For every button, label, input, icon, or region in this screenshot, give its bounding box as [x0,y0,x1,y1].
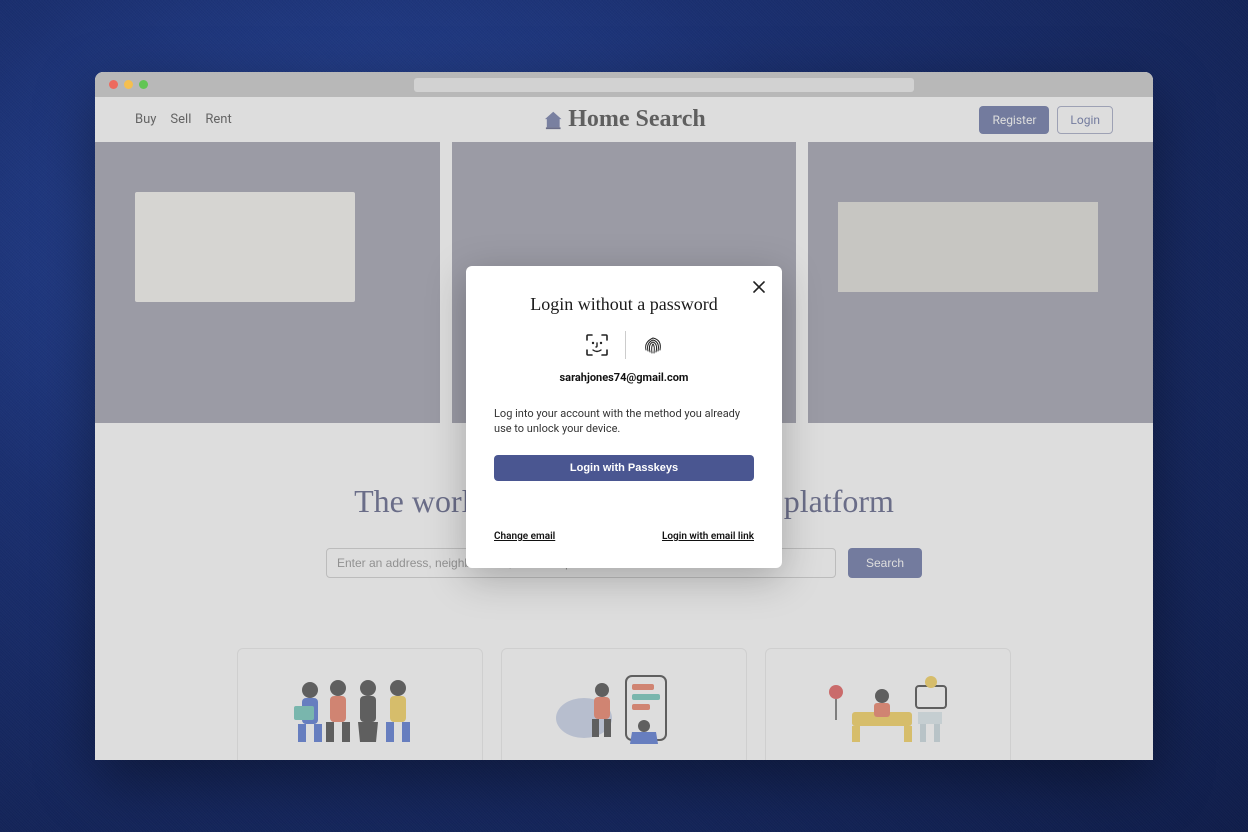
page-content: Buy Sell Rent Home Search Register Login… [95,97,1153,760]
auth-method-icons [494,331,754,359]
url-bar[interactable] [414,78,914,92]
modal-email: sarahjones74@gmail.com [494,371,754,384]
window-maximize-dot[interactable] [139,80,148,89]
faceid-icon [583,331,611,359]
fingerprint-icon [640,332,666,358]
window-minimize-dot[interactable] [124,80,133,89]
vertical-divider [625,331,626,359]
window-close-dot[interactable] [109,80,118,89]
browser-tabbar [95,72,1153,97]
login-passkeys-button[interactable]: Login with Passkeys [494,455,754,481]
change-email-link[interactable]: Change email [494,531,555,542]
modal-footer-links: Change email Login with email link [494,531,754,542]
login-modal: Login without a password [466,266,782,568]
modal-description: Log into your account with the method yo… [494,406,754,437]
close-icon[interactable] [750,278,768,296]
browser-window: Buy Sell Rent Home Search Register Login… [95,72,1153,760]
modal-title: Login without a password [494,294,754,315]
login-email-link[interactable]: Login with email link [662,531,754,542]
